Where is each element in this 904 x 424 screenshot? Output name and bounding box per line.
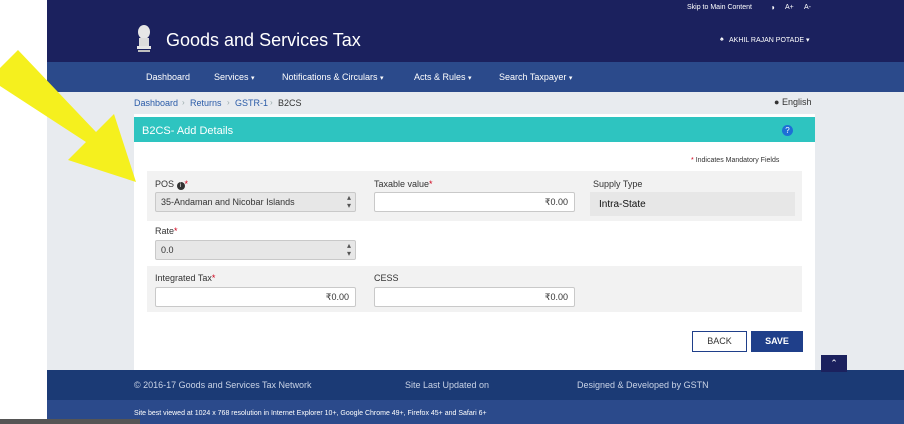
chevron-down-icon: ▾ <box>468 75 472 82</box>
font-increase-button[interactable]: A+ <box>785 4 794 11</box>
footer-best-viewed: Site best viewed at 1024 x 768 resolutio… <box>134 410 487 417</box>
info-icon[interactable]: i <box>176 182 185 190</box>
rate-select[interactable]: 0.0 ▴ ▾ <box>155 240 356 260</box>
breadcrumb-separator: › <box>270 98 273 107</box>
footer-designed-by: Designed & Developed by GSTN <box>577 380 709 390</box>
language-selector[interactable]: ● English <box>774 97 811 107</box>
cess-input[interactable]: ₹0.00 <box>374 287 575 307</box>
annotation-arrow-icon <box>0 50 136 182</box>
breadcrumb-separator: › <box>227 98 230 107</box>
supply-type-value: Intra-State <box>599 199 646 210</box>
form-card-header <box>134 117 815 142</box>
breadcrumb-dashboard[interactable]: Dashboard <box>134 98 178 108</box>
top-utility-bar <box>47 0 904 16</box>
footer-last-updated: Site Last Updated on <box>405 380 490 390</box>
taxable-value-input[interactable]: ₹0.00 <box>374 192 575 212</box>
supply-type-label: Supply Type <box>593 179 643 189</box>
nav-search-taxpayer[interactable]: Search Taxpayer ▾ <box>499 72 572 82</box>
language-label: English <box>781 97 812 107</box>
pos-value: 35-Andaman and Nicobar Islands <box>161 197 295 207</box>
breadcrumb-separator: › <box>182 98 185 107</box>
rate-label: Rate* <box>155 226 178 236</box>
integrated-tax-input[interactable]: ₹0.00 <box>155 287 356 307</box>
chevron-down-icon: ▾ <box>380 75 384 82</box>
nav-acts-label: Acts & Rules <box>414 72 466 82</box>
user-menu[interactable]: AKHIL RAJAN POTADE ▾ <box>729 36 810 44</box>
window-edge-strip <box>0 419 140 424</box>
skip-to-main-link[interactable]: Skip to Main Content <box>687 4 752 11</box>
user-name: AKHIL RAJAN POTADE <box>729 37 805 44</box>
font-decrease-button[interactable]: A- <box>804 4 811 11</box>
breadcrumb-current: B2CS <box>278 98 302 108</box>
site-title[interactable]: Goods and Services Tax <box>166 30 361 51</box>
rate-value: 0.0 <box>161 245 174 255</box>
chevron-down-icon: ▾ <box>251 75 255 82</box>
form-title: B2CS- Add Details <box>142 125 234 137</box>
pos-select[interactable]: 35-Andaman and Nicobar Islands ▴ ▾ <box>155 192 356 212</box>
integrated-tax-label-text: Integrated Tax <box>155 273 212 283</box>
chevron-down-icon: ▾ <box>806 37 810 44</box>
save-button[interactable]: SAVE <box>751 331 803 352</box>
taxable-value-label: Taxable value* <box>374 179 433 189</box>
nav-acts-rules[interactable]: Acts & Rules ▾ <box>414 72 472 82</box>
pos-label: POS i * <box>155 179 189 190</box>
integrated-tax-label: Integrated Tax* <box>155 273 216 283</box>
nav-notifications-label: Notifications & Circulars <box>282 72 378 82</box>
mandatory-note-text: Indicates Mandatory Fields <box>695 157 780 164</box>
contrast-icon[interactable]: ◑ <box>770 3 775 12</box>
breadcrumb-gstr1[interactable]: GSTR-1 <box>235 98 268 108</box>
taxable-value-label-text: Taxable value <box>374 179 430 189</box>
breadcrumb-returns[interactable]: Returns <box>190 98 222 108</box>
pos-label-text: POS <box>155 179 175 189</box>
help-icon[interactable]: ? <box>782 125 793 136</box>
mandatory-note: * Indicates Mandatory Fields <box>691 157 780 164</box>
nav-dashboard[interactable]: Dashboard <box>146 72 190 82</box>
select-arrows-icon: ▴ ▾ <box>346 193 351 210</box>
globe-icon: ● <box>774 97 780 107</box>
nav-notifications[interactable]: Notifications & Circulars ▾ <box>282 72 384 82</box>
footer-copyright: © 2016-17 Goods and Services Tax Network <box>134 380 312 390</box>
nav-services[interactable]: Services ▾ <box>214 72 255 82</box>
chevron-up-icon[interactable]: ⌃ <box>821 355 847 372</box>
rate-label-text: Rate <box>155 226 175 236</box>
back-button[interactable]: BACK <box>692 331 747 352</box>
cess-label: CESS <box>374 273 399 283</box>
select-arrows-icon: ▴ ▾ <box>346 241 351 258</box>
nav-search-label: Search Taxpayer <box>499 72 567 82</box>
user-icon: ♠ <box>720 36 724 43</box>
nav-services-label: Services <box>214 72 249 82</box>
chevron-down-icon: ▾ <box>568 75 573 82</box>
